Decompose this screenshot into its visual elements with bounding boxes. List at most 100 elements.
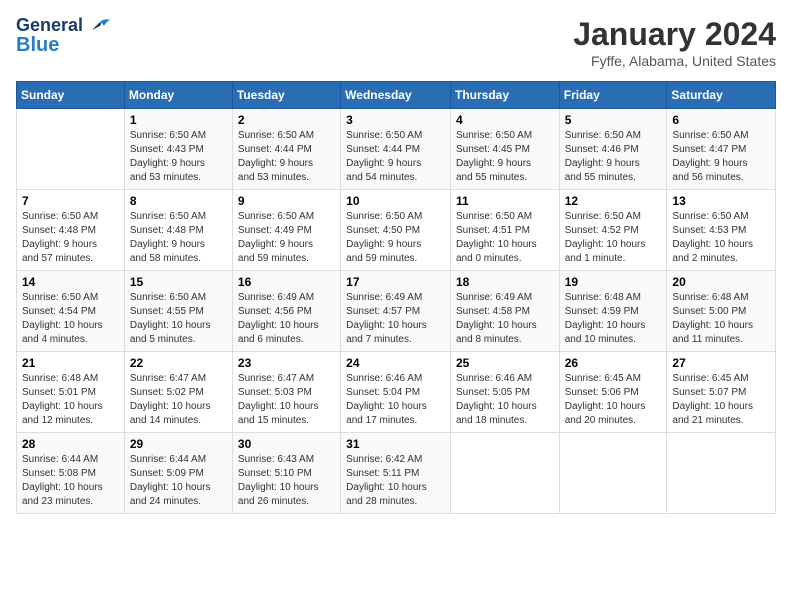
day-info: Sunrise: 6:50 AM Sunset: 4:48 PM Dayligh… <box>22 210 119 266</box>
day-cell-24: 24 Sunrise: 6:46 AM Sunset: 5:04 PM Dayli… <box>341 352 451 433</box>
week-row-2: 7 Sunrise: 6:50 AM Sunset: 4:48 PM Daylig… <box>17 190 776 271</box>
header-day-tuesday: Tuesday <box>232 82 340 109</box>
day-cell-25: 25 Sunrise: 6:46 AM Sunset: 5:05 PM Dayli… <box>450 352 559 433</box>
logo-bird-icon <box>90 18 110 34</box>
day-number: 15 <box>130 275 227 289</box>
day-number: 26 <box>565 356 662 370</box>
logo-general: General <box>16 15 83 35</box>
header-day-sunday: Sunday <box>17 82 125 109</box>
day-cell-18: 18 Sunrise: 6:49 AM Sunset: 4:58 PM Dayli… <box>450 271 559 352</box>
day-cell-2: 2 Sunrise: 6:50 AM Sunset: 4:44 PM Daylig… <box>232 109 340 190</box>
day-number: 27 <box>672 356 770 370</box>
header-day-wednesday: Wednesday <box>341 82 451 109</box>
day-cell-8: 8Sunrise: 6:50 AM Sunset: 4:48 PM Daylig… <box>124 190 232 271</box>
month-title: January 2024 <box>573 16 776 53</box>
day-info: Sunrise: 6:46 AM Sunset: 5:05 PM Dayligh… <box>456 372 554 428</box>
day-number: 7 <box>22 194 119 208</box>
header-day-thursday: Thursday <box>450 82 559 109</box>
day-info: Sunrise: 6:42 AM Sunset: 5:11 PM Dayligh… <box>346 453 445 509</box>
day-cell-31: 31 Sunrise: 6:42 AM Sunset: 5:11 PM Dayli… <box>341 433 451 514</box>
day-cell-22: 22 Sunrise: 6:47 AM Sunset: 5:02 PM Dayli… <box>124 352 232 433</box>
day-cell-19: 19 Sunrise: 6:48 AM Sunset: 4:59 PM Dayli… <box>559 271 667 352</box>
calendar-table: SundayMondayTuesdayWednesdayThursdayFrid… <box>16 81 776 514</box>
day-cell-3: 3Sunrise: 6:50 AM Sunset: 4:44 PM Daylig… <box>341 109 451 190</box>
day-info: Sunrise: 6:50 AM Sunset: 4:50 PM Dayligh… <box>346 210 445 266</box>
day-info: Sunrise: 6:46 AM Sunset: 5:04 PM Dayligh… <box>346 372 445 428</box>
day-number: 2 <box>238 113 335 127</box>
day-info: Sunrise: 6:43 AM Sunset: 5:10 PM Dayligh… <box>238 453 335 509</box>
day-info: Sunrise: 6:47 AM Sunset: 5:02 PM Dayligh… <box>130 372 227 428</box>
day-info: Sunrise: 6:50 AM Sunset: 4:54 PM Dayligh… <box>22 291 119 347</box>
day-info: Sunrise: 6:50 AM Sunset: 4:43 PM Dayligh… <box>130 129 227 185</box>
day-cell-16: 16 Sunrise: 6:49 AM Sunset: 4:56 PM Dayli… <box>232 271 340 352</box>
day-number: 11 <box>456 194 554 208</box>
day-number: 17 <box>346 275 445 289</box>
week-row-1: 1 Sunrise: 6:50 AM Sunset: 4:43 PM Daylig… <box>17 109 776 190</box>
day-info: Sunrise: 6:50 AM Sunset: 4:45 PM Dayligh… <box>456 129 554 185</box>
day-info: Sunrise: 6:50 AM Sunset: 4:51 PM Dayligh… <box>456 210 554 266</box>
day-info: Sunrise: 6:50 AM Sunset: 4:55 PM Dayligh… <box>130 291 227 347</box>
day-number: 8 <box>130 194 227 208</box>
day-info: Sunrise: 6:44 AM Sunset: 5:09 PM Dayligh… <box>130 453 227 509</box>
day-cell-14: 14 Sunrise: 6:50 AM Sunset: 4:54 PM Dayli… <box>17 271 125 352</box>
empty-cell <box>17 109 125 190</box>
day-number: 10 <box>346 194 445 208</box>
day-cell-26: 26 Sunrise: 6:45 AM Sunset: 5:06 PM Dayli… <box>559 352 667 433</box>
header-day-saturday: Saturday <box>667 82 776 109</box>
day-number: 5 <box>565 113 662 127</box>
day-cell-30: 30Sunrise: 6:43 AM Sunset: 5:10 PM Dayli… <box>232 433 340 514</box>
header-row: SundayMondayTuesdayWednesdayThursdayFrid… <box>17 82 776 109</box>
header-day-monday: Monday <box>124 82 232 109</box>
day-cell-1: 1 Sunrise: 6:50 AM Sunset: 4:43 PM Daylig… <box>124 109 232 190</box>
week-row-5: 28Sunrise: 6:44 AM Sunset: 5:08 PM Dayli… <box>17 433 776 514</box>
day-info: Sunrise: 6:49 AM Sunset: 4:56 PM Dayligh… <box>238 291 335 347</box>
week-row-4: 21 Sunrise: 6:48 AM Sunset: 5:01 PM Dayli… <box>17 352 776 433</box>
day-number: 18 <box>456 275 554 289</box>
day-cell-10: 10 Sunrise: 6:50 AM Sunset: 4:50 PM Dayli… <box>341 190 451 271</box>
day-number: 24 <box>346 356 445 370</box>
day-cell-27: 27 Sunrise: 6:45 AM Sunset: 5:07 PM Dayli… <box>667 352 776 433</box>
day-number: 19 <box>565 275 662 289</box>
day-number: 21 <box>22 356 119 370</box>
day-number: 12 <box>565 194 662 208</box>
day-info: Sunrise: 6:50 AM Sunset: 4:44 PM Dayligh… <box>346 129 445 185</box>
day-number: 29 <box>130 437 227 451</box>
day-number: 22 <box>130 356 227 370</box>
logo: General Blue <box>16 16 110 56</box>
day-info: Sunrise: 6:49 AM Sunset: 4:57 PM Dayligh… <box>346 291 445 347</box>
day-cell-23: 23 Sunrise: 6:47 AM Sunset: 5:03 PM Dayli… <box>232 352 340 433</box>
day-info: Sunrise: 6:50 AM Sunset: 4:49 PM Dayligh… <box>238 210 335 266</box>
location: Fyffe, Alabama, United States <box>573 53 776 69</box>
day-number: 31 <box>346 437 445 451</box>
day-number: 6 <box>672 113 770 127</box>
day-info: Sunrise: 6:49 AM Sunset: 4:58 PM Dayligh… <box>456 291 554 347</box>
day-info: Sunrise: 6:50 AM Sunset: 4:44 PM Dayligh… <box>238 129 335 185</box>
day-cell-7: 7 Sunrise: 6:50 AM Sunset: 4:48 PM Daylig… <box>17 190 125 271</box>
day-number: 14 <box>22 275 119 289</box>
empty-cell <box>450 433 559 514</box>
day-info: Sunrise: 6:44 AM Sunset: 5:08 PM Dayligh… <box>22 453 119 509</box>
page-header: General Blue January 2024 Fyffe, Alabama… <box>16 16 776 69</box>
day-cell-15: 15 Sunrise: 6:50 AM Sunset: 4:55 PM Dayli… <box>124 271 232 352</box>
day-cell-12: 12Sunrise: 6:50 AM Sunset: 4:52 PM Dayli… <box>559 190 667 271</box>
day-cell-11: 11 Sunrise: 6:50 AM Sunset: 4:51 PM Dayli… <box>450 190 559 271</box>
day-info: Sunrise: 6:45 AM Sunset: 5:06 PM Dayligh… <box>565 372 662 428</box>
day-number: 1 <box>130 113 227 127</box>
day-info: Sunrise: 6:48 AM Sunset: 5:01 PM Dayligh… <box>22 372 119 428</box>
logo-blue: Blue <box>16 34 59 56</box>
day-number: 23 <box>238 356 335 370</box>
day-info: Sunrise: 6:48 AM Sunset: 4:59 PM Dayligh… <box>565 291 662 347</box>
day-number: 20 <box>672 275 770 289</box>
day-info: Sunrise: 6:50 AM Sunset: 4:53 PM Dayligh… <box>672 210 770 266</box>
day-cell-13: 13Sunrise: 6:50 AM Sunset: 4:53 PM Dayli… <box>667 190 776 271</box>
day-number: 16 <box>238 275 335 289</box>
day-info: Sunrise: 6:47 AM Sunset: 5:03 PM Dayligh… <box>238 372 335 428</box>
day-cell-9: 9Sunrise: 6:50 AM Sunset: 4:49 PM Daylig… <box>232 190 340 271</box>
day-info: Sunrise: 6:45 AM Sunset: 5:07 PM Dayligh… <box>672 372 770 428</box>
day-number: 25 <box>456 356 554 370</box>
day-cell-4: 4Sunrise: 6:50 AM Sunset: 4:45 PM Daylig… <box>450 109 559 190</box>
day-cell-20: 20Sunrise: 6:48 AM Sunset: 5:00 PM Dayli… <box>667 271 776 352</box>
day-info: Sunrise: 6:50 AM Sunset: 4:47 PM Dayligh… <box>672 129 770 185</box>
day-cell-5: 5Sunrise: 6:50 AM Sunset: 4:46 PM Daylig… <box>559 109 667 190</box>
day-cell-28: 28Sunrise: 6:44 AM Sunset: 5:08 PM Dayli… <box>17 433 125 514</box>
